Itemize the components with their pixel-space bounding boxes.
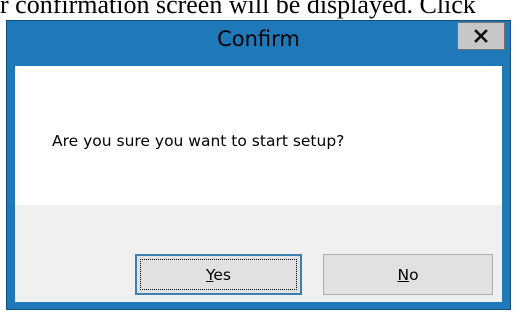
no-button-label: No bbox=[397, 266, 418, 284]
no-label-rest: o bbox=[409, 265, 419, 284]
close-button[interactable] bbox=[457, 22, 505, 50]
message-panel: Are you sure you want to start setup? bbox=[15, 66, 502, 205]
background-document-text: r confirmation screen will be displayed.… bbox=[0, 0, 476, 19]
focus-ring bbox=[140, 259, 297, 290]
dialog-client-area: Are you sure you want to start setup? Ye… bbox=[15, 66, 502, 302]
confirm-dialog: Confirm Are you sure you want to start s… bbox=[6, 20, 511, 310]
yes-button[interactable]: Yes bbox=[135, 254, 302, 295]
no-mnemonic: N bbox=[397, 265, 410, 284]
confirmation-message: Are you sure you want to start setup? bbox=[52, 132, 345, 150]
dialog-titlebar[interactable]: Confirm bbox=[7, 21, 510, 66]
close-x-icon bbox=[474, 29, 488, 43]
no-button[interactable]: No bbox=[323, 254, 493, 295]
dialog-title: Confirm bbox=[217, 27, 300, 51]
